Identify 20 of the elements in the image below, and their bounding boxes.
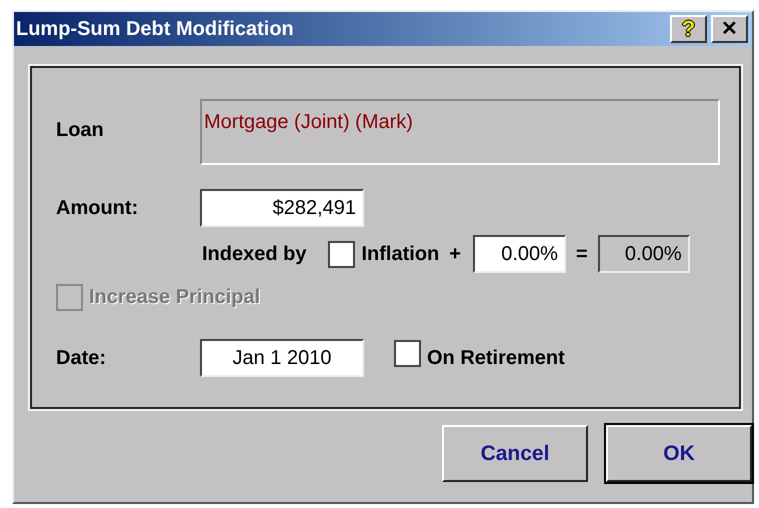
loan-label: Loan — [55, 118, 105, 143]
equals-sign: = — [576, 242, 588, 267]
amount-label: Amount: — [55, 196, 140, 221]
amount-field[interactable]: $282,491 — [200, 189, 364, 227]
indexed-by-label: Indexed by — [202, 242, 306, 267]
increase-principal-label: Increase Principal — [89, 285, 260, 310]
window-title: Lump-Sum Debt Modification — [16, 17, 294, 42]
plus-sign: + — [449, 242, 461, 267]
date-field[interactable]: Jan 1 2010 — [200, 339, 364, 377]
on-retirement-label: On Retirement — [427, 346, 565, 371]
inflation-checkbox[interactable] — [328, 240, 356, 268]
loan-display: Mortgage (Joint) (Mark) — [200, 99, 720, 165]
dialog-button[interactable]: OK — [606, 425, 752, 482]
total-rate-display: 0.00% — [598, 235, 690, 273]
date-label: Date: — [55, 346, 108, 371]
rate-field[interactable]: 0.00% — [472, 235, 566, 273]
dialog-button[interactable]: Cancel — [442, 425, 588, 482]
close-button[interactable]: ✕ — [711, 15, 748, 43]
on-retirement-checkbox[interactable] — [394, 340, 421, 367]
inflation-label: Inflation — [361, 242, 440, 267]
